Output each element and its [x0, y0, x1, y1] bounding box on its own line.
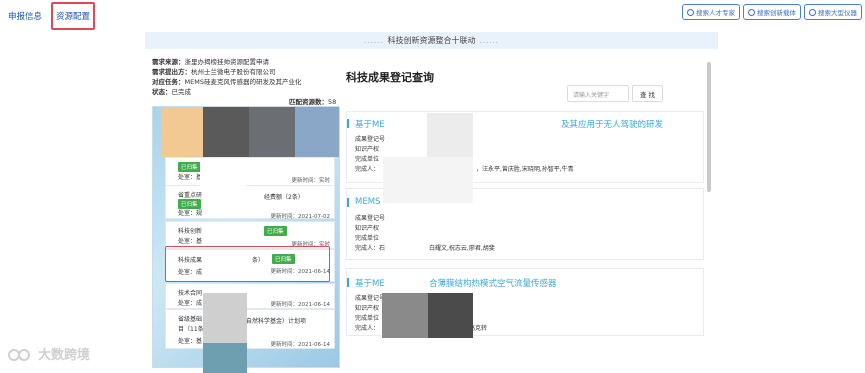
selection-highlight: [165, 246, 330, 282]
result-people: 白耀文,祝志云,廖君,胡斐: [429, 245, 495, 252]
resource-card[interactable]: 科技创新 已归集 处室：基 更新时间：实时: [165, 221, 335, 249]
page-title: 科技成果登记查询: [346, 71, 434, 84]
blurred-block: [428, 293, 473, 338]
blurred-block: [427, 113, 473, 157]
resource-card[interactable]: 省级基础 自然科学基金）计划项 目（11条 处室：基 更新时间：2021-06-…: [165, 309, 335, 349]
resource-card[interactable]: 省重点研 经费额（2条） 已归集 处室：规 更新时间：2021-07-02: [165, 185, 335, 220]
status-value: 已完成: [171, 88, 192, 96]
blurred-block: [383, 157, 473, 203]
scrollbar[interactable]: [707, 62, 711, 192]
request-info: 需求来源：浙里办揭榜挂帅资源配置申请 需求提出方：杭州士兰微电子股份有限公司 对…: [152, 58, 302, 96]
tab-application-info[interactable]: 申报信息: [5, 4, 45, 28]
blurred-thumbnail: [249, 107, 295, 157]
search-carriers-button[interactable]: 搜索创新载体: [743, 4, 801, 20]
search-button-group: 搜索人才专家 搜索创新载体 搜索大型仪器: [682, 4, 862, 20]
blurred-thumbnail: [295, 107, 339, 157]
top-tab-bar: 申报信息 资源配置: [0, 0, 101, 32]
match-count: 匹配资源数：58: [289, 98, 337, 106]
result-title[interactable]: 基于ME: [355, 118, 385, 130]
search-icon: [809, 8, 816, 16]
source-value: 浙里办揭榜挂帅资源配置申请: [184, 58, 270, 66]
result-people: ，汪永平,曾庆胜,宋晓明,孙智平,牛青: [476, 166, 574, 173]
result-title[interactable]: 基于ME: [355, 277, 385, 289]
proposer-value: 杭州士兰微电子股份有限公司: [191, 68, 276, 76]
search-experts-button[interactable]: 搜索人才专家: [682, 4, 740, 20]
watermark-logo-icon: [8, 348, 30, 361]
search-icon: [748, 8, 755, 16]
resource-card[interactable]: 技术合同 处室：成 更新时间：2021-06-14: [165, 283, 335, 309]
find-button[interactable]: 查 找: [632, 85, 663, 102]
task-value: MEMS硅麦克风传感器的研发及其产业化: [184, 78, 302, 86]
section-banner: ...... 科技创新资源整合十联动 ......: [145, 32, 718, 49]
blurred-block: [200, 160, 246, 190]
blurred-thumbnail: [161, 107, 203, 157]
result-title[interactable]: MEMS: [355, 197, 380, 207]
banner-title: 科技创新资源整合十联动: [387, 36, 476, 45]
watermark: 大数跨境: [8, 344, 90, 363]
keyword-input[interactable]: 请输入关键字: [567, 85, 629, 102]
blurred-block: [382, 293, 428, 338]
tab-resource-config[interactable]: 资源配置: [51, 2, 96, 30]
blurred-thumbnail: [203, 107, 249, 157]
search-icon: [687, 8, 694, 16]
blurred-block: [203, 293, 247, 343]
blurred-block: [203, 343, 247, 373]
search-instruments-button[interactable]: 搜索大型仪器: [804, 4, 862, 20]
